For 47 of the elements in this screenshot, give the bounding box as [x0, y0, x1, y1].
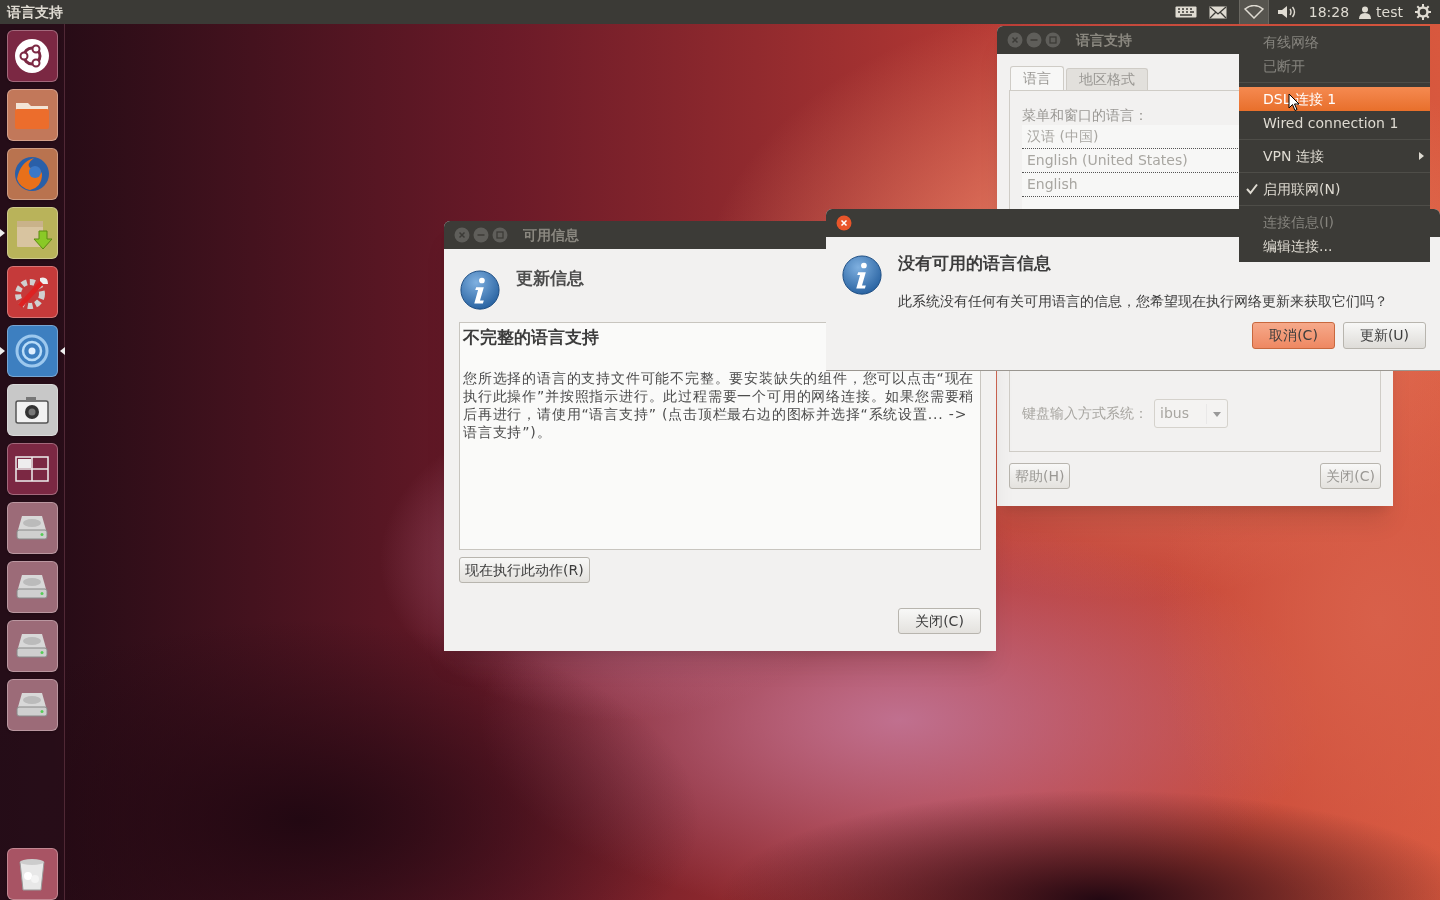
info-icon — [459, 269, 501, 313]
window-title: 可用信息 — [523, 225, 579, 245]
field-label: 菜单和窗口的语言： — [1022, 106, 1148, 125]
launcher-button[interactable] — [6, 561, 58, 613]
close-button[interactable]: 关闭(C) — [1320, 463, 1381, 489]
settings-icon[interactable] — [1415, 4, 1431, 20]
help-button[interactable]: 帮助(H) — [1009, 463, 1071, 489]
app-title: 语言支持 — [7, 2, 63, 22]
tab[interactable]: 语言 — [1010, 66, 1064, 90]
launcher-button[interactable] — [6, 502, 58, 554]
launcher-button[interactable] — [6, 325, 58, 377]
dialog-button[interactable]: 取消(C) — [1252, 321, 1335, 349]
launcher-button[interactable] — [6, 207, 58, 259]
close-button[interactable]: 关闭(C) — [898, 608, 981, 634]
user-icon[interactable] — [1359, 5, 1372, 19]
clock[interactable]: 18:28 — [1308, 1, 1350, 23]
close-icon[interactable] — [836, 215, 852, 231]
action-button[interactable]: 现在执行此动作(R) — [459, 557, 590, 583]
field-label: 键盘输入方式系统： — [1022, 404, 1148, 423]
window-title: 语言支持 — [1076, 30, 1132, 50]
mail-icon[interactable] — [1208, 5, 1227, 19]
volume-icon[interactable] — [1276, 5, 1297, 19]
launcher-button[interactable] — [6, 848, 58, 900]
launcher-button[interactable] — [6, 266, 58, 318]
dialog-button[interactable]: 更新(U) — [1343, 321, 1426, 349]
info-icon — [841, 254, 883, 298]
launcher-button[interactable] — [6, 30, 58, 82]
network-indicator[interactable] — [1238, 0, 1269, 24]
launcher-button[interactable] — [6, 679, 58, 731]
launcher-button[interactable] — [6, 89, 58, 141]
menu-item[interactable]: 编辑连接... — [1239, 234, 1430, 258]
heading: 更新信息 — [516, 267, 584, 290]
dropdown[interactable]: ibus — [1154, 399, 1228, 428]
launcher-button[interactable] — [6, 384, 58, 436]
user-name[interactable]: test — [1376, 1, 1403, 23]
wifi-icon — [1243, 5, 1264, 19]
launcher-button[interactable] — [6, 148, 58, 200]
tab[interactable]: 地区格式 — [1066, 68, 1148, 90]
body-text: 您所选择的语言的支持文件可能不完整。要安装缺失的组件，您可以点击“现在执行此操作”并按照指示进行。此过程需要一个可用的网络连接。如果您需要稍后再进行，请使用“语言支持” (点击顶栏最右边的图标并选择“系统设置... -> 语言支持”)。 — [463, 369, 976, 441]
message-text: 此系统没有任何有关可用语言的信息，您希望现在执行网络更新来获取它们吗？ — [898, 291, 1388, 311]
heading: 没有可用的语言信息 — [898, 252, 1052, 275]
keyboard-icon[interactable] — [1174, 6, 1197, 18]
launcher-button[interactable] — [6, 443, 58, 495]
globe-icon — [12, 154, 52, 194]
text-title: 不完整的语言支持 — [463, 326, 600, 349]
launcher-button[interactable] — [6, 620, 58, 672]
ubuntu-logo-icon — [12, 36, 52, 76]
